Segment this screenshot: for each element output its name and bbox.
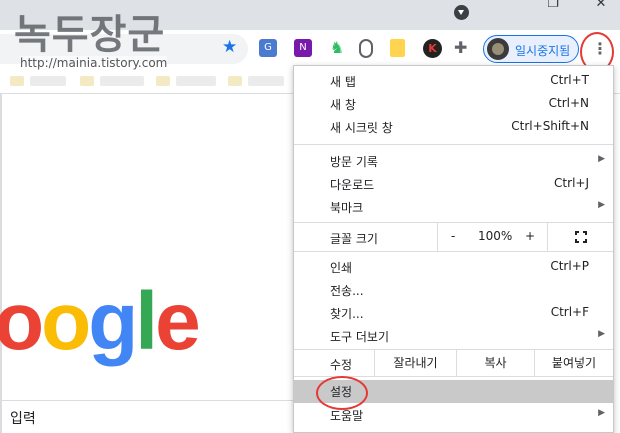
menu-item-new-tab[interactable]: 새 탭 Ctrl+T — [294, 70, 613, 92]
search-placeholder: 입력 — [10, 411, 36, 427]
menu-item-label: 북마크 — [330, 201, 364, 215]
menu-item-incognito[interactable]: 새 시크릿 창 Ctrl+Shift+N — [294, 116, 613, 138]
page-border — [0, 94, 2, 433]
cut-button[interactable]: 잘라내기 — [374, 350, 456, 376]
menu-item-label: 도구 더보기 — [330, 330, 390, 344]
menu-item-label: 새 시크릿 창 — [330, 121, 393, 135]
bookmark-item[interactable] — [80, 76, 94, 86]
zoom-out-button[interactable]: - — [451, 229, 455, 243]
logo-letter: g — [88, 276, 138, 367]
menu-item-new-window[interactable]: 새 창 Ctrl+N — [294, 93, 613, 115]
maximize-icon[interactable]: ❐ — [543, 0, 563, 11]
fullscreen-button[interactable] — [547, 223, 613, 251]
menu-item-label: 방문 기록 — [330, 155, 378, 169]
menu-item-shortcut: Ctrl+J — [554, 176, 589, 190]
close-icon[interactable]: ✕ — [591, 0, 611, 11]
highlight-ring-settings — [316, 376, 368, 410]
menu-item-label: 새 창 — [330, 98, 356, 112]
profile-label: 일시중지됨 — [515, 44, 571, 58]
menu-item-label: 인쇄 — [330, 261, 353, 275]
onenote-icon[interactable]: N — [294, 39, 312, 57]
menu-divider — [294, 251, 613, 252]
evernote-icon[interactable]: ♞ — [328, 39, 346, 57]
logo-letter: e — [155, 276, 201, 367]
menu-item-label: 새 탭 — [330, 75, 356, 89]
zoom-level: 100% — [478, 229, 513, 243]
menu-item-cast[interactable]: 전송... — [294, 279, 613, 301]
menu-item-shortcut: Ctrl+Shift+N — [511, 119, 589, 133]
chevron-right-icon: ▶ — [598, 154, 605, 164]
paste-button[interactable]: 붙여넣기 — [534, 350, 613, 376]
logo-letter: l — [135, 276, 158, 367]
chevron-right-icon: ▶ — [598, 329, 605, 339]
zoom-row: 글꼴 크기 - 100% + — [294, 223, 613, 251]
bookmark-item[interactable] — [30, 76, 66, 86]
bookmark-item[interactable] — [176, 76, 216, 86]
menu-item-history[interactable]: 방문 기록 ▶ — [294, 150, 613, 172]
watermark-url: http://mainia.tistory.com — [20, 56, 168, 70]
watermark-title: 녹두장군 — [14, 11, 166, 58]
menu-item-print[interactable]: 인쇄 Ctrl+P — [294, 256, 613, 278]
translate-icon[interactable]: G — [259, 39, 277, 57]
menu-item-find[interactable]: 찾기... Ctrl+F — [294, 302, 613, 324]
menu-item-label: 다운로드 — [330, 178, 375, 192]
menu-item-downloads[interactable]: 다운로드 Ctrl+J — [294, 173, 613, 195]
mouse-icon[interactable] — [359, 39, 373, 58]
menu-item-bookmarks[interactable]: 북마크 ▶ — [294, 196, 613, 218]
bookmark-item[interactable] — [10, 76, 24, 86]
menu-item-shortcut: Ctrl+F — [550, 305, 589, 319]
menu-item-shortcut: Ctrl+T — [550, 73, 589, 87]
puzzle-icon[interactable]: ✚ — [454, 38, 472, 57]
bookmark-item[interactable] — [156, 76, 170, 86]
fullscreen-icon — [575, 231, 587, 243]
doc-icon[interactable] — [390, 39, 405, 57]
bookmark-item[interactable] — [248, 76, 284, 86]
logo-letter: o — [0, 276, 44, 367]
google-logo: oogle — [0, 275, 201, 369]
star-icon[interactable]: ★ — [222, 37, 237, 57]
menu-item-label: 찾기... — [330, 307, 364, 321]
profile-button[interactable]: 일시중지됨 — [483, 35, 579, 63]
copy-button[interactable]: 복사 — [456, 350, 534, 376]
search-input[interactable]: 입력 — [0, 400, 293, 433]
bookmark-item[interactable] — [100, 76, 144, 86]
menu-item-shortcut: Ctrl+N — [548, 96, 589, 110]
menu-item-label: 전송... — [330, 284, 364, 298]
edit-row: 수정 잘라내기 복사 붙여넣기 — [294, 350, 613, 376]
chevron-right-icon: ▶ — [598, 408, 605, 418]
menu-item-more-tools[interactable]: 도구 더보기 ▶ — [294, 325, 613, 347]
media-control-icon[interactable] — [454, 5, 469, 20]
k-icon[interactable]: K — [423, 39, 442, 58]
chevron-right-icon: ▶ — [598, 200, 605, 210]
zoom-label: 글꼴 크기 — [330, 232, 378, 246]
bookmark-item[interactable] — [228, 76, 242, 86]
logo-letter: o — [41, 276, 91, 367]
menu-item-shortcut: Ctrl+P — [550, 259, 589, 273]
zoom-in-button[interactable]: + — [525, 229, 535, 243]
menu-divider — [294, 144, 613, 145]
edit-label: 수정 — [330, 358, 353, 372]
avatar — [487, 38, 509, 60]
